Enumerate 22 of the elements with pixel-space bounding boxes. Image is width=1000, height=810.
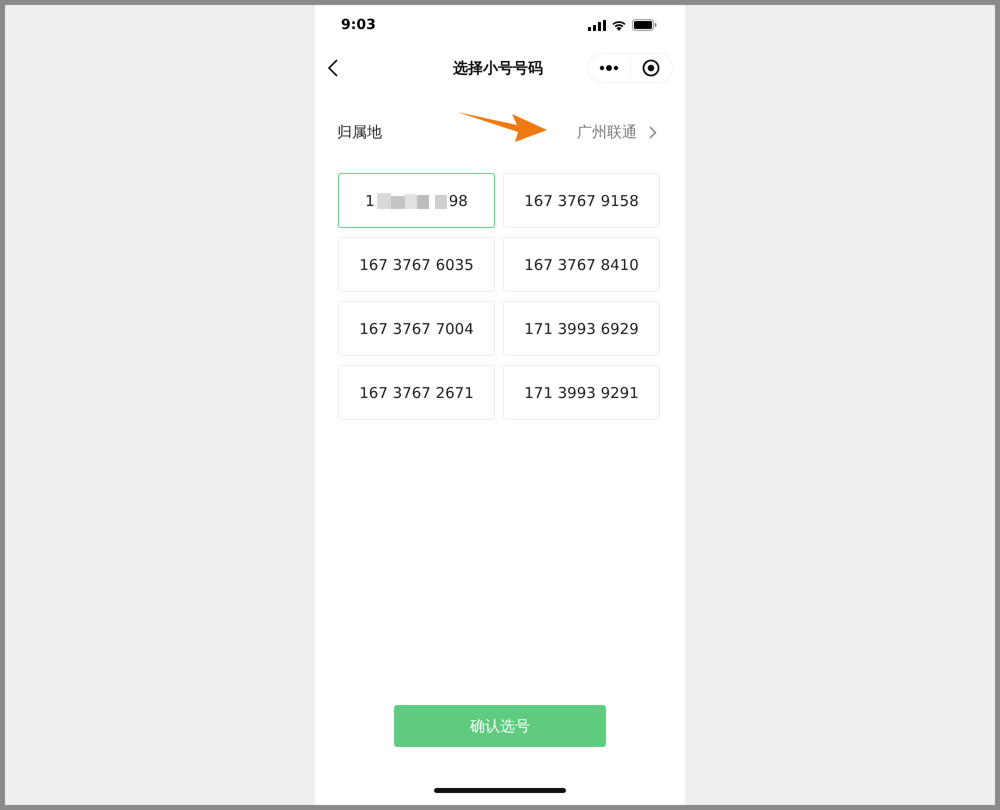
back-icon[interactable] (327, 59, 339, 77)
location-selector[interactable]: 广州联通 (577, 122, 657, 142)
number-text: 98 (448, 192, 468, 210)
chevron-right-icon (649, 126, 657, 138)
location-label: 归属地 (337, 122, 382, 142)
target-icon (642, 59, 660, 77)
status-time: 9:03 (341, 17, 376, 33)
number-option[interactable]: 171 3993 6929 (503, 301, 660, 356)
number-option[interactable]: 171 3993 9291 (503, 365, 660, 420)
more-icon (598, 65, 619, 71)
number-text: 1 (365, 192, 375, 210)
signal-icon (588, 20, 606, 30)
number-option[interactable]: 167 3767 2671 (338, 365, 495, 420)
number-option[interactable]: 167 3767 6035 (338, 237, 495, 292)
number-option[interactable]: 167 3767 7004 (338, 301, 495, 356)
blurred-digits (376, 192, 447, 208)
page-title: 选择小号号码 (453, 58, 543, 78)
number-option[interactable]: 1 98 (338, 173, 495, 228)
number-option[interactable]: 167 3767 9158 (503, 173, 660, 228)
number-option[interactable]: 167 3767 8410 (503, 237, 660, 292)
wifi-icon (611, 20, 627, 30)
battery-icon (632, 19, 657, 31)
